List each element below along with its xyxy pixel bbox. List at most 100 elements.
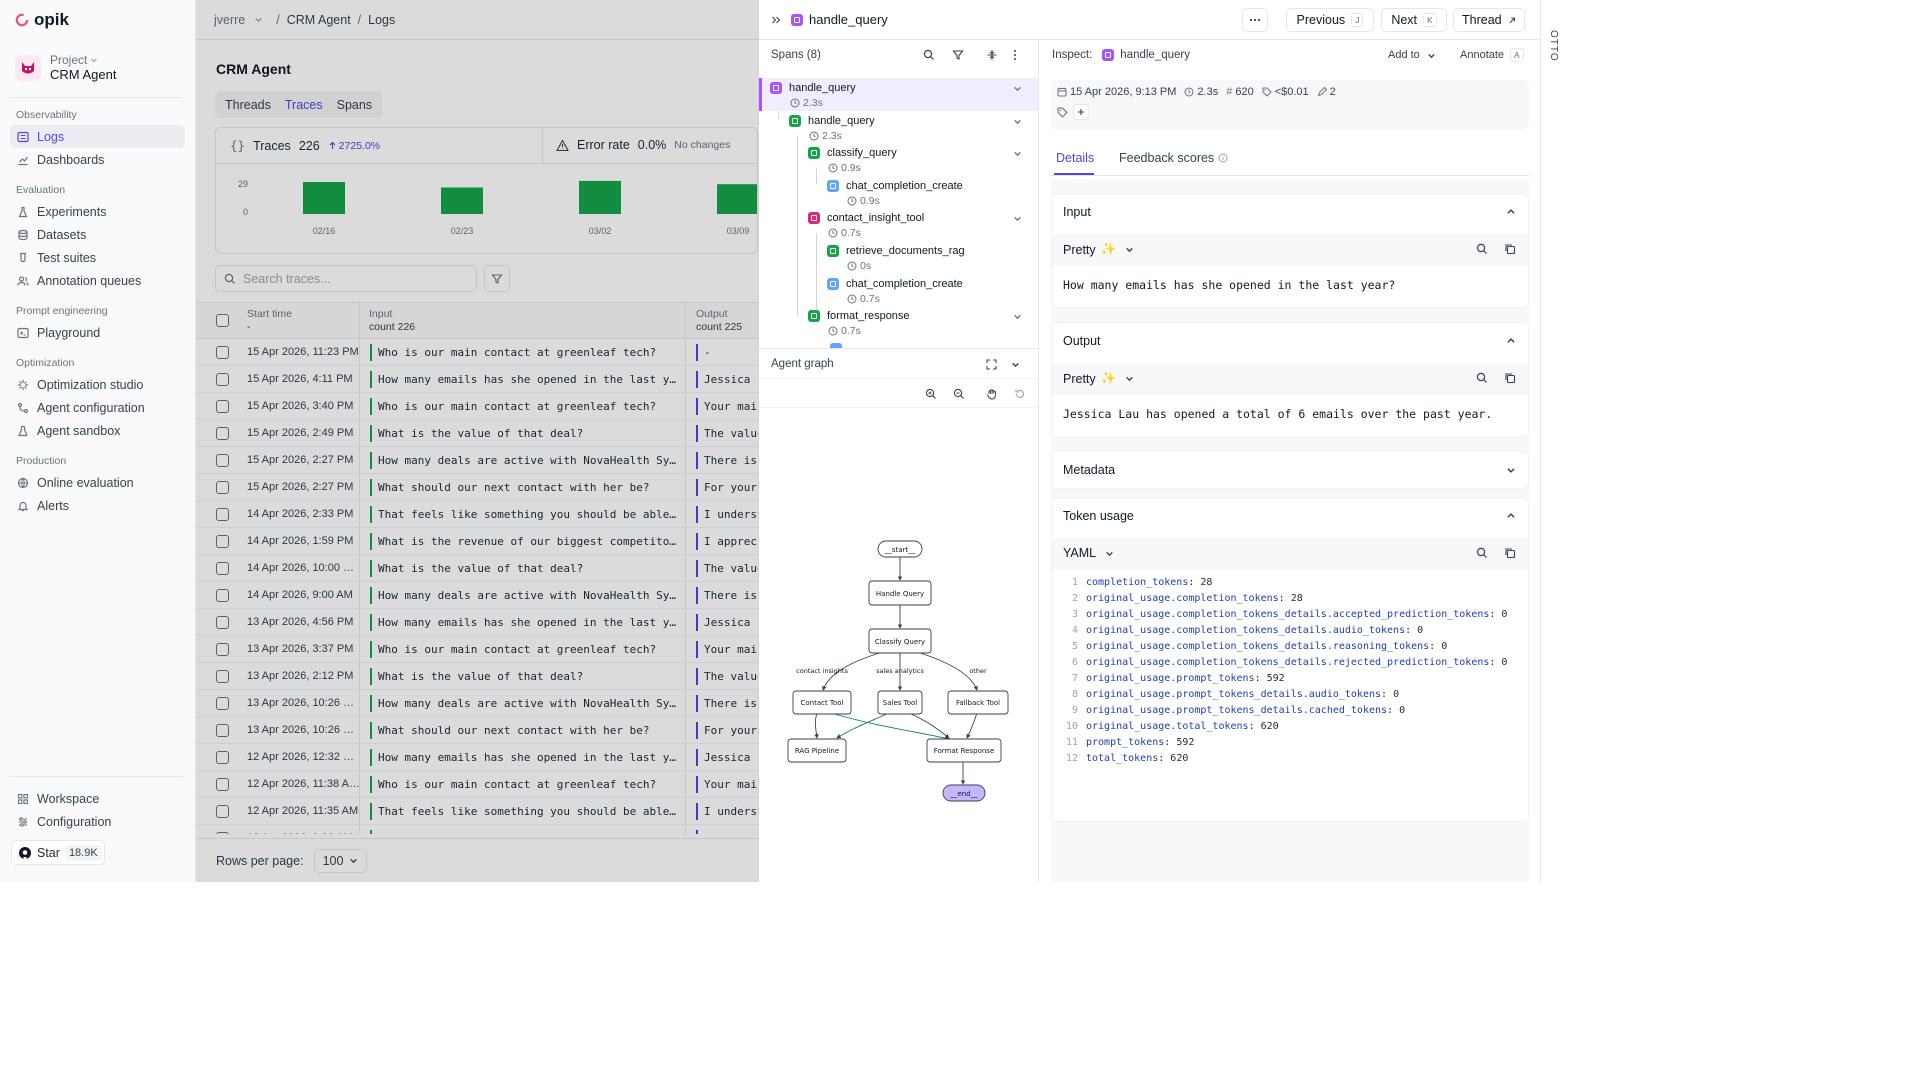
row-checkbox[interactable] xyxy=(216,535,229,548)
chart-bar[interactable] xyxy=(579,180,621,214)
token-usage-title[interactable]: Token usage xyxy=(1063,509,1134,523)
table-row[interactable]: 13 Apr 2026, 10:26 … How many deals are a… xyxy=(196,690,758,717)
input-format-select[interactable]: Pretty ✨ xyxy=(1063,242,1134,257)
sidebar-item-test-suites[interactable]: Test suites xyxy=(10,246,185,269)
output-section-title[interactable]: Output xyxy=(1063,334,1101,348)
row-checkbox[interactable] xyxy=(216,562,229,575)
row-checkbox[interactable] xyxy=(216,697,229,710)
span-row[interactable]: handle_query 2.3s xyxy=(759,111,1038,144)
tab-spans[interactable]: Spans xyxy=(331,94,378,116)
tab-traces[interactable]: Traces xyxy=(279,94,329,116)
table-row[interactable]: 13 Apr 2026, 2:12 PM What is the value of… xyxy=(196,663,758,690)
row-checkbox[interactable] xyxy=(216,724,229,737)
sidebar-item-configuration[interactable]: Configuration xyxy=(10,810,185,833)
span-row[interactable]: format_response 0.7s xyxy=(759,306,1038,339)
row-checkbox[interactable] xyxy=(216,778,229,791)
table-row[interactable]: 12 Apr 2026, 9:36 AM What should our next… xyxy=(196,825,758,834)
column-header-start-time[interactable]: Start time - xyxy=(247,308,292,334)
sidebar-item-workspace[interactable]: Workspace xyxy=(10,787,185,810)
table-row[interactable]: 15 Apr 2026, 3:40 PM Who is our main cont… xyxy=(196,393,758,420)
span-row[interactable]: chat_completion_create 0.9s xyxy=(759,176,1038,209)
hand-pan-icon[interactable] xyxy=(986,388,998,400)
row-checkbox[interactable] xyxy=(216,616,229,629)
row-checkbox[interactable] xyxy=(216,643,229,656)
table-row[interactable]: 14 Apr 2026, 1:59 PM What is the revenue … xyxy=(196,528,758,555)
row-checkbox[interactable] xyxy=(216,805,229,818)
token-format-select[interactable]: YAML xyxy=(1063,546,1114,560)
row-checkbox[interactable] xyxy=(216,454,229,467)
sidebar-item-alerts[interactable]: Alerts xyxy=(10,494,185,517)
chevron-down-icon[interactable] xyxy=(1013,214,1022,223)
output-format-select[interactable]: Pretty ✨ xyxy=(1063,371,1134,386)
sidebar-item-datasets[interactable]: Datasets xyxy=(10,223,185,246)
breadcrumb-project[interactable]: CRM Agent xyxy=(287,13,351,27)
table-row[interactable]: 13 Apr 2026, 3:37 PM Who is our main cont… xyxy=(196,636,758,663)
collapse-all-icon[interactable] xyxy=(986,49,998,61)
span-row[interactable]: contact_insight_tool 0.7s xyxy=(759,208,1038,241)
row-checkbox[interactable] xyxy=(216,373,229,386)
table-row[interactable]: 13 Apr 2026, 4:56 PM How many emails has … xyxy=(196,609,758,636)
more-vertical-icon[interactable] xyxy=(1013,49,1017,61)
table-row[interactable]: 15 Apr 2026, 11:23 PM Who is our main con… xyxy=(196,339,758,366)
table-row[interactable]: 13 Apr 2026, 10:26 … What should our next… xyxy=(196,717,758,744)
add-tag-button[interactable] xyxy=(1073,104,1089,120)
search-icon[interactable] xyxy=(1476,547,1488,559)
table-row[interactable]: 15 Apr 2026, 2:27 PM How many deals are a… xyxy=(196,447,758,474)
tab-feedback-scores[interactable]: Feedback scores xyxy=(1119,151,1228,165)
metadata-section[interactable]: Metadata xyxy=(1051,451,1529,489)
search-icon[interactable] xyxy=(1476,243,1488,255)
zoom-out-icon[interactable] xyxy=(953,388,965,400)
fullscreen-icon[interactable] xyxy=(986,359,997,370)
table-row[interactable]: 12 Apr 2026, 11:35 AM That feels like som… xyxy=(196,798,758,825)
table-row[interactable]: 15 Apr 2026, 2:27 PM What should our next… xyxy=(196,474,758,501)
copy-icon[interactable] xyxy=(1504,372,1516,384)
table-row[interactable]: 15 Apr 2026, 2:49 PM What is the value of… xyxy=(196,420,758,447)
input-section-title[interactable]: Input xyxy=(1063,205,1091,219)
chevron-down-icon[interactable] xyxy=(1013,84,1022,93)
previous-button[interactable]: Previous J xyxy=(1286,8,1374,32)
chevron-up-icon[interactable] xyxy=(1506,511,1516,521)
copy-icon[interactable] xyxy=(1504,547,1516,559)
chevron-down-icon[interactable] xyxy=(1013,117,1022,126)
collapse-panel-icon[interactable] xyxy=(771,15,781,25)
sidebar-item-online-evaluation[interactable]: Online evaluation xyxy=(10,471,185,494)
chevron-up-icon[interactable] xyxy=(1506,336,1516,346)
table-row[interactable]: 12 Apr 2026, 11:38 A… Who is our main con… xyxy=(196,771,758,798)
chart-bar[interactable] xyxy=(441,187,483,214)
row-checkbox[interactable] xyxy=(216,670,229,683)
chart-bar[interactable] xyxy=(303,182,345,214)
search-box[interactable] xyxy=(215,265,477,292)
sidebar-item-playground[interactable]: Playground xyxy=(10,321,185,344)
chevron-down-icon[interactable] xyxy=(1013,312,1022,321)
row-checkbox[interactable] xyxy=(216,400,229,413)
chevron-up-icon[interactable] xyxy=(1506,207,1516,217)
zoom-in-icon[interactable] xyxy=(925,388,937,400)
select-all-checkbox[interactable] xyxy=(216,314,229,327)
table-row[interactable]: 14 Apr 2026, 10:00 … What is the value of… xyxy=(196,555,758,582)
sidebar-item-agent-sandbox[interactable]: Agent sandbox xyxy=(10,419,185,442)
span-row[interactable]: handle_query 2.3s xyxy=(759,78,1038,111)
sidebar-item-agent-configuration[interactable]: Agent configuration xyxy=(10,396,185,419)
rows-per-page-select[interactable]: 100 xyxy=(313,848,368,873)
row-checkbox[interactable] xyxy=(216,751,229,764)
search-icon[interactable] xyxy=(1476,372,1488,384)
sidebar-item-experiments[interactable]: Experiments xyxy=(10,200,185,223)
more-options-button[interactable] xyxy=(1242,8,1268,32)
search-icon[interactable] xyxy=(923,49,935,61)
chart-bar[interactable] xyxy=(717,184,758,214)
sidebar-item-dashboards[interactable]: Dashboards xyxy=(10,148,185,171)
row-checkbox[interactable] xyxy=(216,589,229,602)
column-header-input[interactable]: Input count 226 xyxy=(369,308,415,334)
github-star-button[interactable]: Star 18.9K xyxy=(11,840,105,865)
copy-icon[interactable] xyxy=(1504,243,1516,255)
reset-icon[interactable] xyxy=(1014,388,1026,400)
chevron-down-icon[interactable] xyxy=(1011,360,1020,369)
chevron-down-icon[interactable] xyxy=(1013,149,1022,158)
column-header-output[interactable]: Output count 225 xyxy=(696,308,742,334)
table-row[interactable]: 14 Apr 2026, 2:33 PM That feels like some… xyxy=(196,501,758,528)
app-logo[interactable]: opik xyxy=(15,10,69,30)
row-checkbox[interactable] xyxy=(216,346,229,359)
add-to-button[interactable]: Add to xyxy=(1388,49,1436,61)
thread-button[interactable]: Thread xyxy=(1453,8,1525,32)
filter-button[interactable] xyxy=(484,265,510,292)
